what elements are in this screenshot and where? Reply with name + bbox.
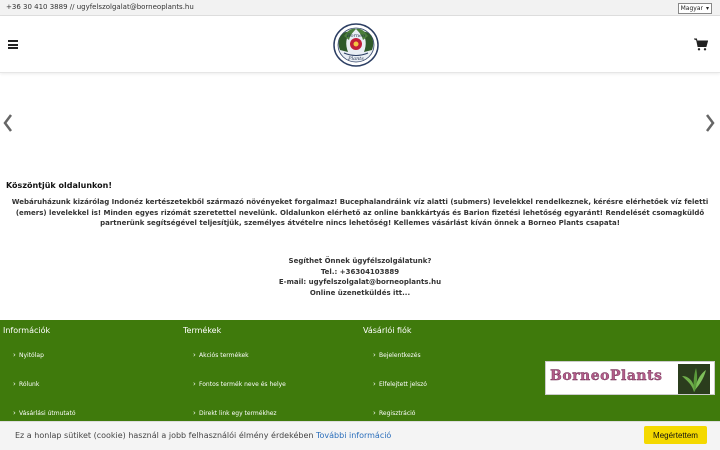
footer-link-important-product[interactable]: Fontos termék neve és helye [183,380,353,410]
support-email[interactable]: E-mail: ugyfelszolgalat@borneoplants.hu [0,277,720,288]
footer-banner[interactable]: BorneoPlants [545,361,715,395]
language-label: Magyar [680,5,703,12]
footer-link-forgot-password[interactable]: Elfelejtett jelszó [363,380,533,410]
footer-link-sale-products[interactable]: Akciós termékek [183,351,353,381]
site-header: Borneo Plants [0,16,720,73]
site-logo[interactable]: Borneo Plants [330,22,382,68]
intro-text: Webáruházunk kizárólag Indonéz kertészet… [11,198,709,227]
cookie-more-info-link[interactable]: További információ [316,431,391,440]
language-select[interactable]: Magyar ▾ [677,3,712,14]
logo-text-bottom: Plants [347,56,364,62]
footer-link-login[interactable]: Bejelentkezés [363,351,533,381]
hamburger-menu-icon[interactable] [8,40,18,49]
footer-link-about[interactable]: Rólunk [3,380,173,410]
support-phone[interactable]: Tel.: +36304103889 [0,267,720,278]
image-slider [0,74,720,174]
banner-text: BorneoPlants [550,368,663,384]
footer-column-title: Információk [3,326,51,335]
cart-icon[interactable] [694,38,708,51]
footer-column-title: Termékek [183,326,222,335]
welcome-title: Köszöntjük oldalunkon! [6,181,112,190]
chevron-left-icon[interactable] [2,113,14,133]
logo-text-top: Borneo [346,33,365,39]
cookie-message-text: Ez a honlap sütiket (cookie) használ a j… [15,431,314,440]
contact-info: +36 30 410 3889 // ugyfelszolgalat@borne… [6,3,194,11]
support-online-message[interactable]: Online üzenetküldés itt... [0,288,720,299]
support-question: Segíthet Önnek ügyfélszolgálatunk? [288,257,432,265]
chevron-right-icon[interactable] [704,113,716,133]
chevron-down-icon: ▾ [705,5,709,12]
footer-link-home[interactable]: Nyitólap [3,351,173,381]
support-block: Segíthet Önnek ügyfélszolgálatunk? Tel.:… [0,256,720,298]
plant-photo [678,364,710,394]
cookie-bar: Ez a honlap sütiket (cookie) használ a j… [0,421,720,450]
footer-column-title: Vásárlói fiók [363,326,412,335]
cookie-message: Ez a honlap sütiket (cookie) használ a j… [15,431,391,440]
cookie-accept-button[interactable]: Megértettem [644,426,707,444]
top-bar: +36 30 410 3889 // ugyfelszolgalat@borne… [0,0,720,16]
